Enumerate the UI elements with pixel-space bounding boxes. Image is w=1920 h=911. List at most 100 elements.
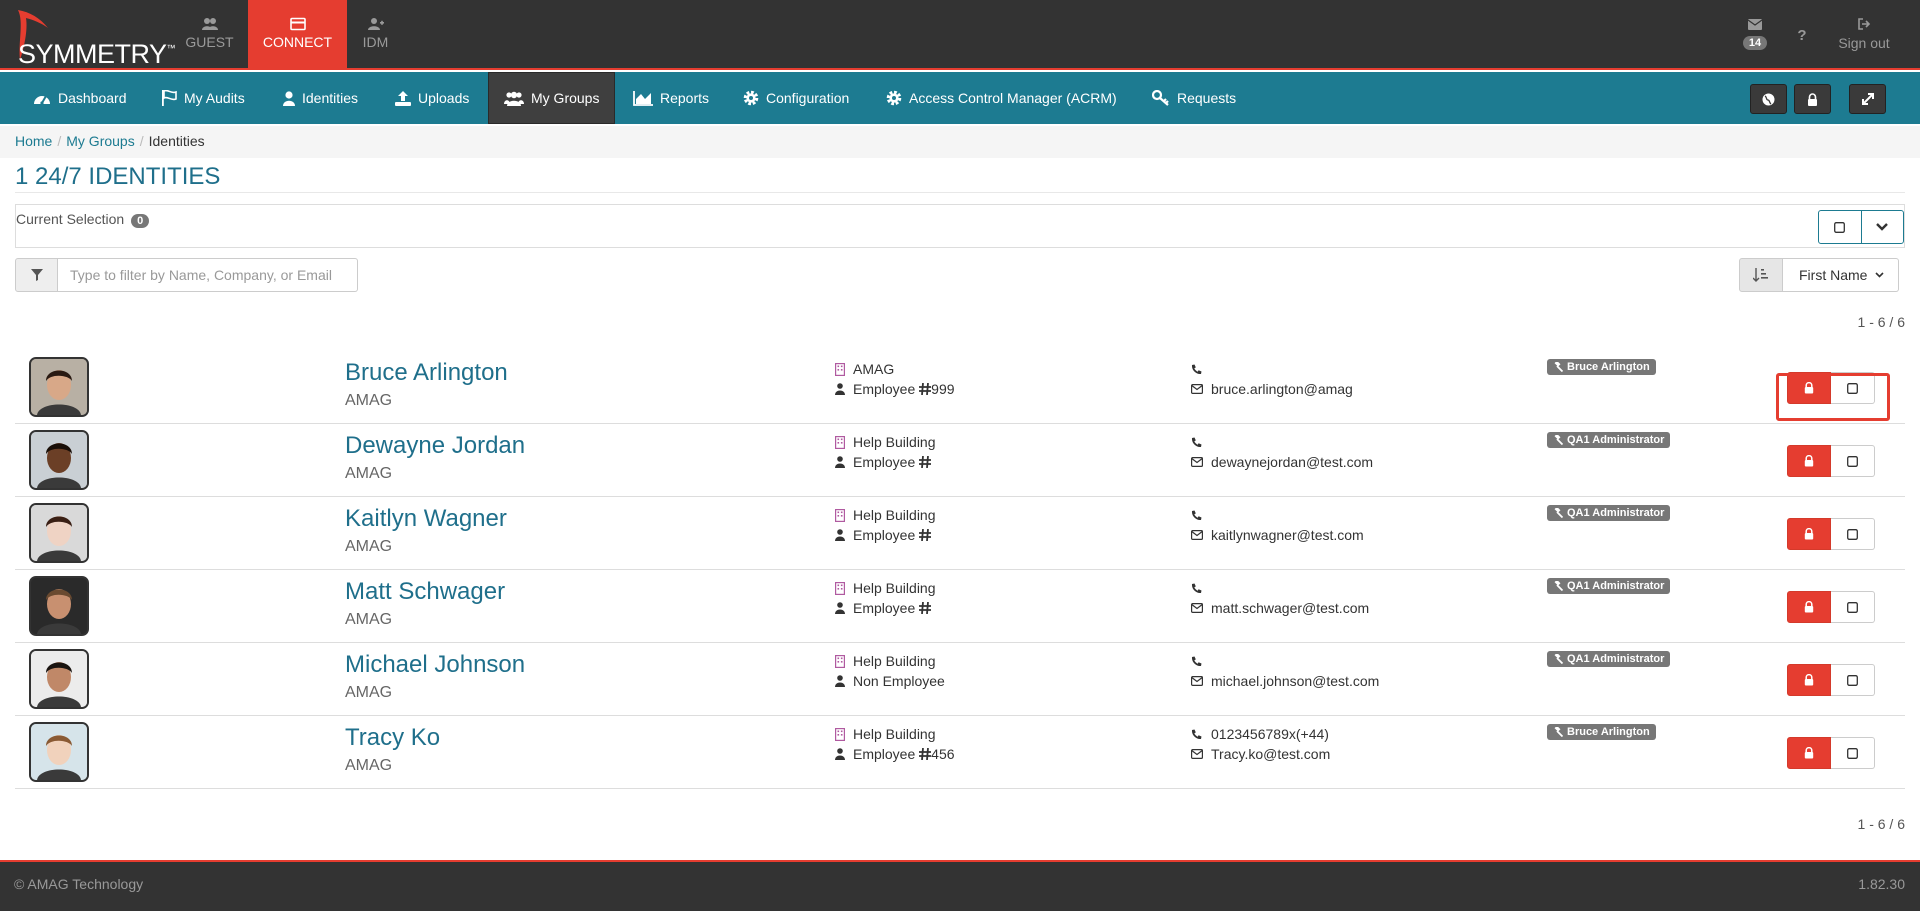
select-identity-checkbox[interactable] (1831, 518, 1875, 550)
identity-company: AMAG (345, 392, 393, 409)
role-badge: Bruce Arlington (1547, 359, 1656, 375)
card-icon (289, 17, 306, 31)
building-icon (835, 654, 853, 668)
select-identity-checkbox[interactable] (1831, 737, 1875, 769)
sign-out-button[interactable]: Sign out (1834, 0, 1894, 51)
lock-identity-button[interactable] (1787, 737, 1831, 769)
symmetry-logo[interactable]: SYMMETRY™ (6, 6, 176, 69)
avatar[interactable] (29, 722, 89, 782)
avatar[interactable] (29, 649, 89, 709)
identity-name-link[interactable]: Dewayne Jordan (345, 432, 525, 460)
identity-row: Michael Johnson AMAG Help Building Non Empl… (15, 643, 1905, 716)
identity-name-link[interactable]: Kaitlyn Wagner (345, 505, 507, 533)
chevron-down-icon (1875, 272, 1885, 278)
identity-email-link[interactable]: bruce.arlington@amag (1211, 381, 1353, 397)
lock-nav-button[interactable] (1794, 84, 1831, 114)
filter-icon-addon (15, 258, 58, 292)
identity-location-info: Help Building Employee (835, 432, 936, 472)
app-tab-idm[interactable]: IDM (326, 0, 425, 70)
identity-location: Help Building (853, 726, 936, 742)
hashtag-icon (919, 602, 932, 614)
select-identity-checkbox[interactable] (1831, 445, 1875, 477)
sort-field-select[interactable]: First Name (1783, 258, 1899, 292)
select-all-button[interactable] (1819, 211, 1861, 243)
messages-button[interactable]: 14 (1740, 0, 1770, 50)
identity-email-link[interactable]: dewaynejordan@test.com (1211, 454, 1373, 470)
nav-reports[interactable]: Reports (633, 72, 709, 124)
user-icon (835, 383, 853, 395)
identity-name-link[interactable]: Michael Johnson (345, 651, 525, 679)
nav-acrm[interactable]: Access Control Manager (ACRM) (886, 72, 1117, 124)
user-icon (835, 456, 853, 468)
identity-name-link[interactable]: Matt Schwager (345, 578, 505, 606)
square-icon (1847, 601, 1858, 613)
employee-type: Employee (853, 600, 916, 616)
identity-company: AMAG (345, 465, 393, 482)
help-button[interactable]: ? (1792, 27, 1812, 44)
current-selection-label: Current Selection 0 (16, 211, 150, 228)
globe-button[interactable] (1750, 84, 1787, 114)
nav-identities[interactable]: Identities (283, 72, 358, 124)
phone-icon (1191, 510, 1211, 521)
gavel-icon (1553, 581, 1563, 591)
breadcrumb-home[interactable]: Home (15, 133, 52, 149)
pager-top: 1 - 6 / 6 (1857, 314, 1905, 330)
nav-configuration[interactable]: Configuration (743, 72, 849, 124)
nav-my-groups[interactable]: My Groups (488, 72, 616, 124)
avatar[interactable] (29, 357, 89, 417)
identity-email-link[interactable]: matt.schwager@test.com (1211, 600, 1369, 616)
gavel-icon (1553, 654, 1563, 664)
selection-count-badge: 0 (131, 214, 150, 228)
nav-requests[interactable]: Requests (1152, 72, 1236, 124)
sort-direction-button[interactable] (1739, 258, 1783, 292)
upload-icon (395, 90, 411, 106)
nav-my-audits[interactable]: My Audits (161, 72, 245, 124)
identity-email-link[interactable]: michael.johnson@test.com (1211, 673, 1379, 689)
row-actions (1787, 664, 1875, 696)
identity-name-link[interactable]: Tracy Ko (345, 724, 440, 752)
lock-identity-button[interactable] (1787, 445, 1831, 477)
breadcrumb-my-groups[interactable]: My Groups (66, 133, 134, 149)
phone-icon (1191, 656, 1211, 667)
selection-menu-button[interactable] (1860, 211, 1904, 243)
role-badge: QA1 Administrator (1547, 505, 1671, 521)
identity-company: AMAG (345, 611, 393, 628)
nav-label: Configuration (766, 90, 850, 106)
lock-identity-button[interactable] (1787, 518, 1831, 550)
avatar[interactable] (29, 576, 89, 636)
nav-label: Identities (302, 90, 359, 106)
building-icon (835, 435, 853, 449)
app-tab-guest[interactable]: GUEST (160, 0, 259, 70)
identity-contact-info: michael.johnson@test.com (1191, 651, 1379, 691)
avatar-photo (31, 432, 87, 488)
filter-input[interactable] (58, 258, 358, 292)
sort-selected-value: First Name (1799, 267, 1868, 283)
lock-identity-button[interactable] (1787, 591, 1831, 623)
square-icon (1847, 455, 1858, 467)
identity-name-link[interactable]: Bruce Arlington (345, 359, 508, 387)
row-actions (1787, 445, 1875, 477)
sort-amount-icon (1753, 268, 1768, 282)
nav-dashboard[interactable]: Dashboard (33, 72, 127, 124)
select-identity-checkbox[interactable] (1831, 591, 1875, 623)
role-badge: QA1 Administrator (1547, 651, 1671, 667)
avatar[interactable] (29, 430, 89, 490)
identity-company: AMAG (345, 757, 393, 774)
identity-email-link[interactable]: Tracy.ko@test.com (1211, 746, 1330, 762)
users-icon (201, 18, 218, 30)
identity-email-link[interactable]: kaitlynwagner@test.com (1211, 527, 1364, 543)
fullscreen-button[interactable] (1849, 84, 1886, 114)
envelope-icon (1191, 457, 1211, 467)
employee-type: Employee (853, 746, 916, 762)
envelope-icon (1191, 530, 1211, 540)
select-identity-checkbox[interactable] (1831, 664, 1875, 696)
current-selection-panel: Current Selection 0 (15, 204, 1905, 248)
building-icon (835, 581, 853, 595)
lock-identity-button[interactable] (1787, 664, 1831, 696)
avatar[interactable] (29, 503, 89, 563)
filter-icon (30, 269, 43, 281)
gavel-icon (1553, 435, 1563, 445)
selection-highlight (1776, 373, 1890, 421)
user-icon (835, 529, 853, 541)
nav-uploads[interactable]: Uploads (395, 72, 469, 124)
